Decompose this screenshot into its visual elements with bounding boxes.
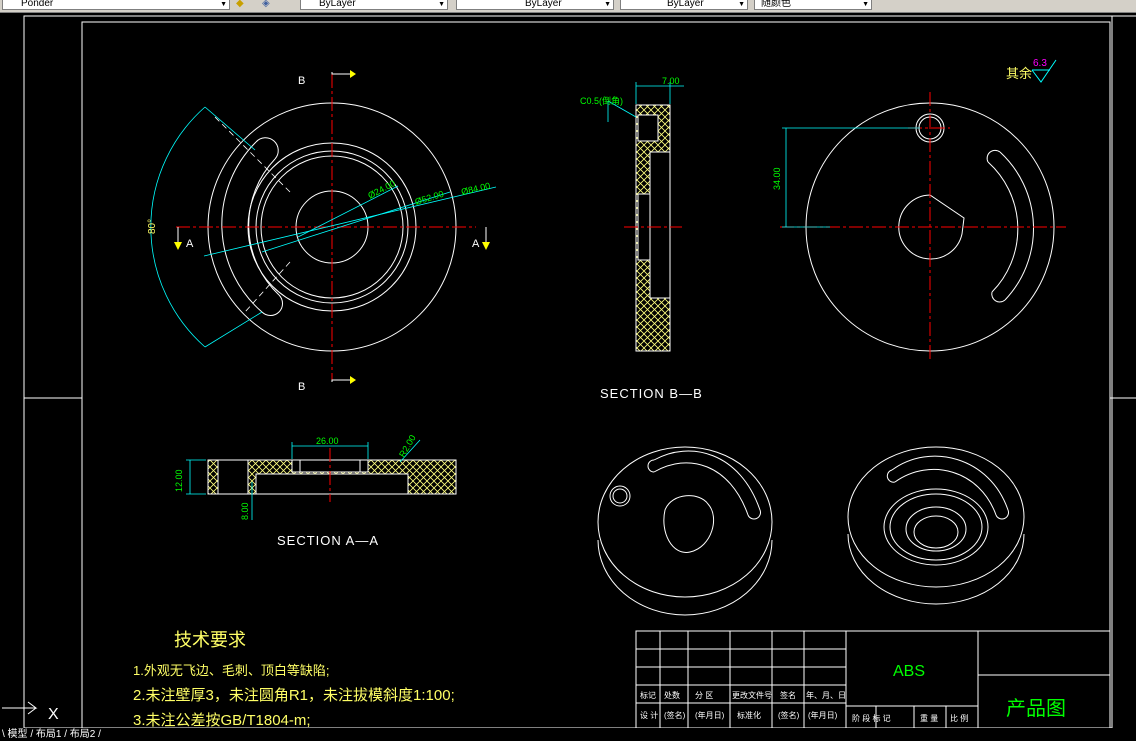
cut-label-b-bottom: B: [298, 381, 305, 393]
title-block-row-1: 标记 处数 分 区 更改文件号 签名 年、月、日: [640, 690, 846, 700]
dim-w7: 7.00: [662, 76, 680, 86]
drawing-canvas[interactable]: B B A A 80° Ø24.00 Ø52.00 Ø84.00 7.00 C0…: [0, 12, 1136, 733]
dim-c05: C0.5(倒角): [580, 95, 623, 106]
cut-label-a-right: A: [472, 238, 480, 250]
dim-h12: 12.00: [174, 469, 184, 492]
ucs-x-label: X: [48, 706, 59, 723]
tb-cell: (签名): [664, 710, 686, 720]
layout-tabs-text: \ 模型 / 布局1 / 布局2 /: [2, 729, 101, 740]
tb-cell: (签名): [778, 710, 800, 720]
lineweight-value: ByLayer: [525, 0, 562, 9]
tech-requirement-1: 1.外观无飞边、毛刺、顶白等缺陷;: [133, 663, 329, 678]
section-aa-title: SECTION A—A: [277, 533, 379, 548]
tb-cell: 处数: [664, 690, 680, 700]
plot-style-value: Ponder: [21, 0, 54, 9]
color-combo[interactable]: ByLayer ▼: [620, 0, 748, 10]
title-block-row-3: 阶 段 标 记 重 量 比 例: [852, 713, 968, 723]
title-block: ABS 产品图 标记 处数 分 区 更改文件号 签名 年、月、日 设 计 (签名…: [635, 630, 1111, 729]
tb-cell: 年、月、日: [806, 690, 846, 700]
tb-cell: (年月日): [808, 710, 838, 720]
tb-cell: 阶 段 标 记: [852, 713, 891, 723]
chevron-down-icon[interactable]: ▼: [220, 0, 227, 9]
isometric-view-rear[interactable]: [847, 446, 1025, 605]
tech-requirements-title: 技术要求: [174, 630, 246, 650]
color-value: ByLayer: [667, 0, 704, 9]
model-space[interactable]: B B A A 80° Ø24.00 Ø52.00 Ø84.00 7.00 C0…: [0, 12, 1136, 729]
tb-cell: 标记: [640, 690, 656, 700]
title-block-row-2: 设 计 (签名) (年月日) 标准化 (签名) (年月日): [640, 710, 838, 720]
layer-state-icon[interactable]: ◆: [236, 0, 248, 9]
rear-view[interactable]: 34.00 其余 6.3: [772, 58, 1066, 362]
sheet-border: [23, 15, 1136, 729]
surface-finish-value: 6.3: [1033, 58, 1047, 69]
layout-tabs[interactable]: \ 模型 / 布局1 / 布局2 /: [0, 728, 1136, 741]
tech-requirements: 技术要求 1.外观无飞边、毛刺、顶白等缺陷; 2.未注壁厚3，未注圆角R1，未注…: [133, 630, 455, 729]
dim-angle-80: 80°: [147, 219, 158, 234]
dim-h34: 34.00: [772, 167, 782, 190]
lineweight-combo[interactable]: ByLayer ▼: [456, 0, 614, 10]
tb-cell: 比 例: [950, 713, 968, 723]
plot-style-combo[interactable]: Ponder ▼: [2, 0, 230, 10]
color-control-value: 随颜色: [761, 0, 791, 9]
color-control-combo[interactable]: 随颜色 ▼: [754, 0, 872, 10]
chevron-down-icon[interactable]: ▼: [438, 0, 445, 9]
tb-cell: (年月日): [695, 710, 725, 720]
drawing-name: 产品图: [1006, 697, 1066, 720]
rear-view-dimensions: [782, 127, 920, 228]
tb-cell: 设 计: [640, 710, 658, 720]
layer-previous-icon[interactable]: ◈: [262, 0, 274, 9]
isometric-view-front[interactable]: [597, 446, 773, 616]
tb-cell: 标准化: [737, 710, 761, 720]
tech-requirement-3: 3.未注公差按GB/T1804-m;: [133, 712, 311, 728]
linetype-combo[interactable]: ByLayer ▼: [300, 0, 448, 10]
tb-cell: 重 量: [920, 713, 938, 723]
tb-cell: 更改文件号: [732, 690, 772, 700]
chevron-down-icon[interactable]: ▼: [738, 0, 745, 9]
section-bb-view[interactable]: 7.00 C0.5(倒角) SECTION B—B: [580, 76, 703, 401]
ucs-icon: X: [2, 701, 59, 723]
tb-cell: 签名: [780, 690, 796, 700]
chevron-down-icon[interactable]: ▼: [862, 0, 869, 9]
linetype-value: ByLayer: [319, 0, 356, 9]
tech-requirement-2: 2.未注壁厚3，未注圆角R1，未注拔模斜度1:100;: [133, 687, 455, 704]
cut-label-a-left: A: [186, 238, 194, 250]
section-aa-view[interactable]: 26.00 12.00 8.00 R2.00 SECTION A—A: [174, 433, 457, 548]
dim-w26: 26.00: [316, 436, 339, 446]
dim-d52: Ø52.00: [414, 189, 445, 207]
dim-h8: 8.00: [240, 502, 250, 520]
section-bb-title: SECTION B—B: [600, 386, 703, 401]
tb-cell: 分 区: [695, 691, 713, 700]
chevron-down-icon[interactable]: ▼: [604, 0, 611, 9]
dim-d84: Ø84.00: [460, 181, 491, 197]
front-view[interactable]: B B A A 80° Ø24.00 Ø52.00 Ø84.00: [147, 70, 497, 393]
material-label: ABS: [893, 663, 925, 680]
cut-label-b-top: B: [298, 75, 305, 87]
surface-finish-label: 其余: [1006, 66, 1032, 81]
